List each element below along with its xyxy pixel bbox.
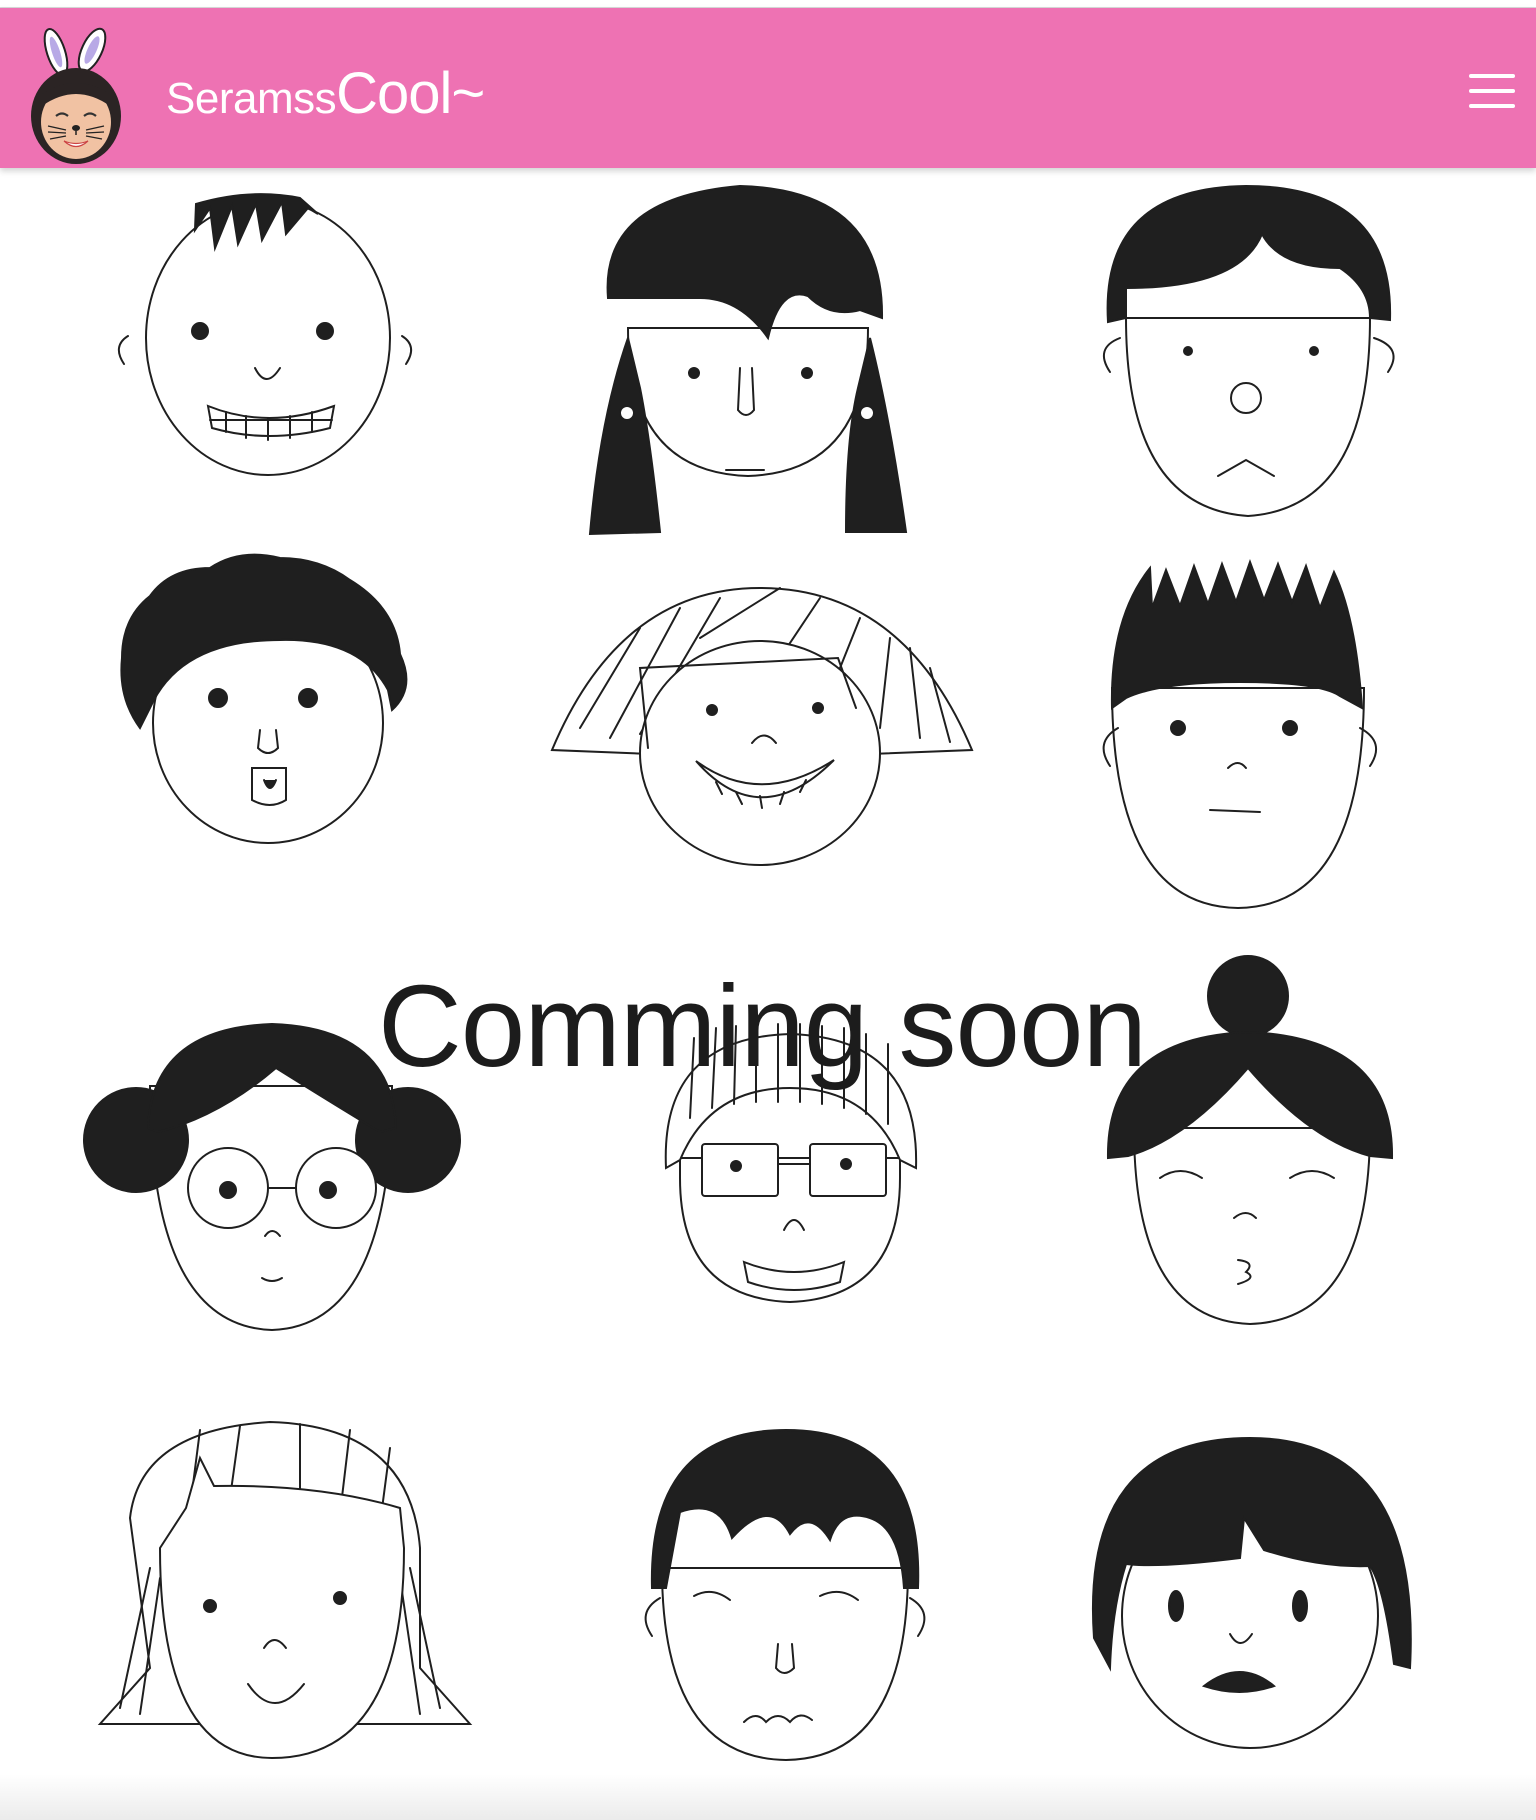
hamburger-icon[interactable] xyxy=(1466,70,1520,112)
face-icon xyxy=(550,586,974,866)
face-icon xyxy=(1102,559,1378,910)
navbar: SeramssCool~ xyxy=(0,8,1536,168)
main-content: Comming soon xyxy=(0,168,1536,1820)
coming-soon-message: Comming soon xyxy=(377,961,1147,1091)
face-icon xyxy=(97,1420,473,1760)
bottom-shadow xyxy=(0,1774,1536,1820)
brand-prefix: Seramss xyxy=(166,74,337,123)
face-icon xyxy=(588,184,908,536)
brand-suffix: Cool~ xyxy=(336,61,485,126)
menu-bar xyxy=(1469,74,1515,78)
face-icon xyxy=(1092,1436,1412,1749)
face-icon xyxy=(644,1428,926,1762)
menu-bar xyxy=(1469,104,1515,108)
face-icon xyxy=(117,193,413,476)
face-icon xyxy=(1102,184,1395,518)
face-icon xyxy=(120,553,408,844)
menu-bar xyxy=(1469,89,1515,93)
avatar[interactable] xyxy=(26,20,126,164)
brand-title[interactable]: SeramssCool~ xyxy=(166,60,485,127)
browser-top-line xyxy=(0,0,1536,8)
